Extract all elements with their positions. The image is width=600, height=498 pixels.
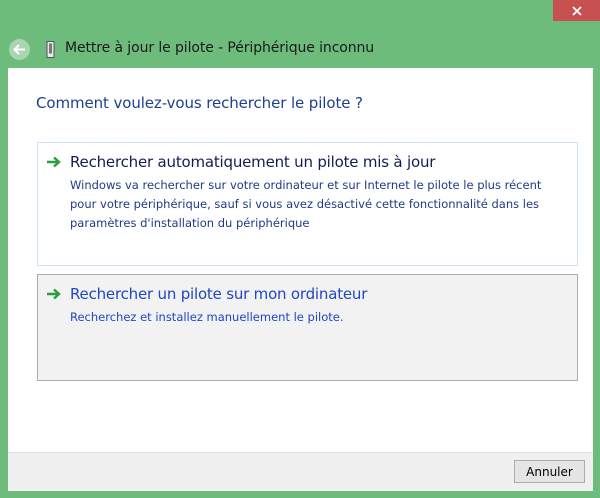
option-description: Recherchez et installez manuellement le … bbox=[70, 310, 344, 324]
close-button[interactable] bbox=[553, 0, 600, 21]
device-icon bbox=[46, 41, 55, 58]
green-arrow-icon bbox=[47, 288, 61, 300]
window-title: Mettre à jour le pilote - Périphérique i… bbox=[65, 40, 375, 56]
back-arrow-icon bbox=[13, 44, 25, 55]
footer-bar: Annuler bbox=[8, 452, 593, 491]
page-heading: Comment voulez-vous rechercher le pilote… bbox=[36, 94, 363, 112]
green-arrow-icon bbox=[47, 156, 61, 168]
option-browse-computer[interactable]: Rechercher un pilote sur mon ordinateur … bbox=[37, 274, 578, 381]
option-title: Rechercher un pilote sur mon ordinateur bbox=[70, 285, 368, 303]
close-icon bbox=[571, 5, 582, 16]
back-button[interactable] bbox=[9, 39, 30, 60]
option-search-automatically[interactable]: Rechercher automatiquement un pilote mis… bbox=[37, 142, 578, 266]
option-description: Windows va rechercher sur votre ordinate… bbox=[70, 178, 542, 230]
cancel-button[interactable]: Annuler bbox=[514, 460, 585, 483]
wizard-content: Comment voulez-vous rechercher le pilote… bbox=[8, 68, 593, 452]
title-bar: Mettre à jour le pilote - Périphérique i… bbox=[0, 32, 600, 66]
option-title: Rechercher automatiquement un pilote mis… bbox=[70, 153, 436, 171]
